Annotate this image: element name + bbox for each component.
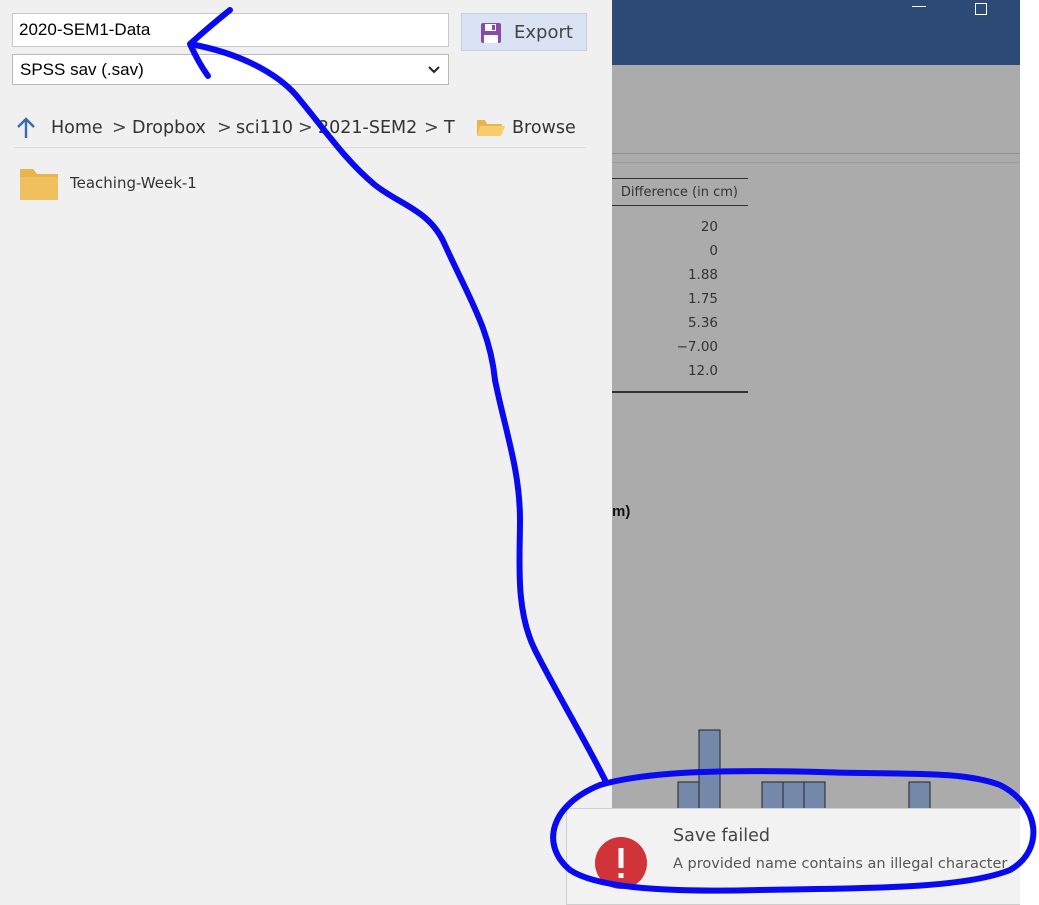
minimize-icon[interactable]: —: [912, 0, 926, 12]
histogram-bar: [782, 781, 805, 810]
table-cell: 1.75: [687, 291, 718, 307]
table-cell: 12.0: [687, 363, 718, 379]
export-button-label: Export: [514, 22, 573, 43]
table-cell: −7.00: [676, 339, 718, 355]
export-button[interactable]: Export: [461, 13, 587, 51]
folder-icon: [20, 169, 58, 200]
toolbar-divider: [612, 153, 1020, 154]
breadcrumb-separator: >: [217, 118, 232, 138]
breadcrumb-item[interactable]: sci110: [236, 116, 293, 140]
list-item[interactable]: Teaching-Week-1: [14, 160, 574, 206]
floppy-disk-icon: [481, 23, 501, 43]
histogram: [677, 729, 931, 810]
toast-title: Save failed: [673, 826, 771, 846]
table-cell: 20: [700, 219, 718, 235]
filename-input[interactable]: [12, 13, 449, 47]
export-panel: SPSS sav (.sav) Export Home > Dropbox > …: [0, 0, 612, 905]
format-select-value: SPSS sav (.sav): [20, 60, 144, 79]
breadcrumb-divider: [14, 147, 586, 148]
table-bottom-rule: [612, 391, 748, 393]
histogram-bar: [677, 781, 700, 810]
toolbar-divider: [612, 162, 1020, 163]
breadcrumb-separator: >: [112, 118, 127, 138]
toast-message: A provided name contains an illegal char…: [673, 856, 1008, 872]
breadcrumb-item[interactable]: Home: [51, 116, 103, 140]
histogram-bar: [761, 781, 784, 810]
breadcrumb-item[interactable]: 2021-SEM2: [318, 116, 417, 140]
error-toast[interactable]: Save failed A provided name contains an …: [566, 808, 1020, 905]
histogram-bar: [803, 781, 826, 810]
breadcrumb-item[interactable]: Dropbox: [132, 116, 206, 140]
chart-title-fragment: m): [612, 503, 631, 520]
browse-button-label: Browse: [512, 118, 576, 138]
chevron-down-icon: [428, 66, 440, 74]
results-table: Difference (in cm) 20 0 1.88 1.75 5.36 −…: [612, 178, 748, 394]
breadcrumb-separator: >: [424, 118, 439, 138]
folder-name: Teaching-Week-1: [70, 174, 197, 192]
error-icon: [595, 837, 647, 889]
table-cell: 1.88: [687, 267, 718, 283]
maximize-icon[interactable]: [975, 3, 987, 15]
format-select[interactable]: SPSS sav (.sav): [12, 54, 449, 85]
breadcrumb-separator: >: [298, 118, 313, 138]
table-cell: 0: [709, 243, 718, 259]
histogram-bar: [698, 729, 721, 810]
breadcrumb-item[interactable]: T: [444, 116, 455, 140]
table-cell: 5.36: [687, 315, 718, 331]
histogram-bar: [908, 781, 931, 810]
arrow-up-icon[interactable]: [14, 116, 38, 140]
open-folder-icon: [477, 120, 505, 136]
column-header: Difference (in cm): [612, 178, 748, 206]
